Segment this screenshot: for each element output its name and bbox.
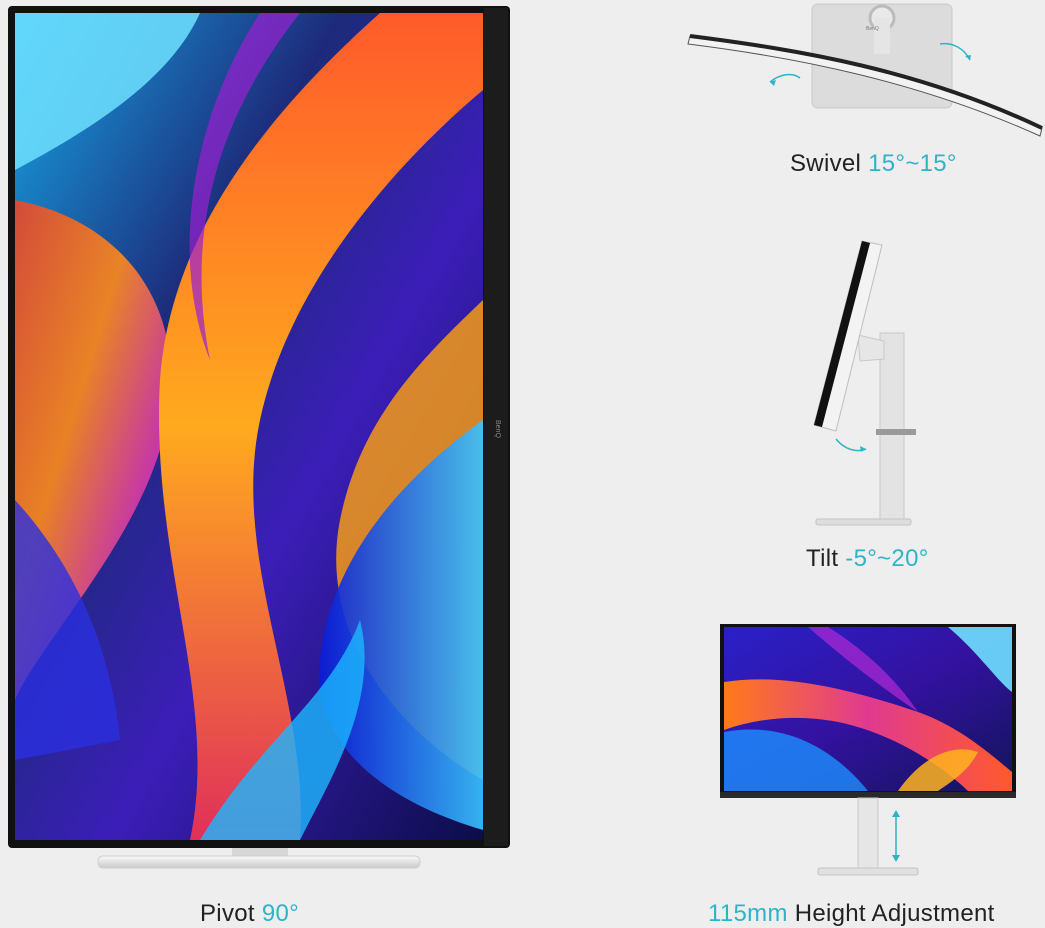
- pivot-monitor-illustration: BenQ: [0, 0, 520, 880]
- height-monitor-illustration: [718, 622, 1018, 880]
- tilt-value: -5°~20°: [845, 545, 929, 572]
- pivot-bezel-brand: BenQ: [494, 420, 501, 438]
- swivel-back-brand: BenQ: [866, 26, 879, 32]
- swivel-caption: Swivel 15°~15°: [790, 150, 957, 178]
- pivot-value: 90°: [261, 900, 300, 927]
- pivot-label: Pivot: [200, 900, 255, 927]
- height-label: Height Adjustment: [794, 900, 995, 927]
- swivel-label: Swivel: [790, 150, 862, 177]
- tilt-caption: Tilt -5°~20°: [806, 545, 929, 573]
- tilt-label: Tilt: [806, 545, 839, 572]
- tilt-monitor-illustration: [800, 235, 930, 530]
- height-caption: 115mm Height Adjustment: [708, 900, 995, 928]
- height-value: 115mm: [708, 900, 788, 927]
- swivel-monitor-illustration: BenQ: [680, 0, 1045, 145]
- pivot-caption: Pivot 90°: [200, 900, 299, 928]
- swivel-value: 15°~15°: [868, 150, 957, 177]
